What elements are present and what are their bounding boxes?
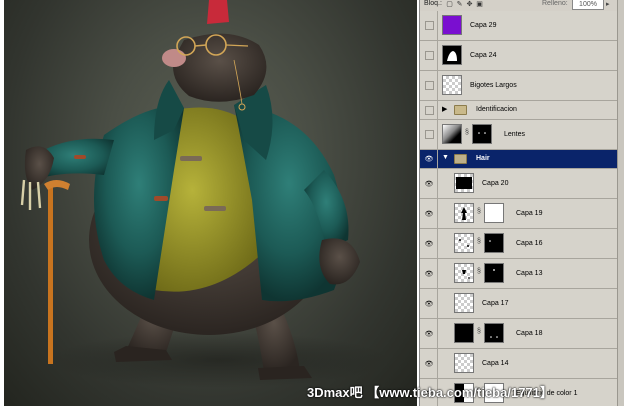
layer-row[interactable]: 👁 § Capa 18 — [420, 319, 618, 349]
visibility-toggle[interactable] — [421, 101, 438, 119]
layer-name: Capa 20 — [482, 180, 509, 187]
layer-name: Capa 13 — [516, 270, 543, 277]
collapse-triangle-icon[interactable]: ▼ — [442, 154, 449, 161]
layer-thumbnail — [454, 203, 474, 223]
layer-mask-thumbnail — [484, 203, 504, 223]
eye-icon[interactable]: 👁 — [421, 150, 438, 168]
layer-name: Capa 19 — [516, 210, 543, 217]
visibility-toggle[interactable] — [421, 71, 438, 100]
layer-row[interactable]: Bigotes Largos — [420, 71, 618, 101]
layer-thumbnail — [442, 124, 462, 144]
layer-name: Capa 24 — [470, 52, 497, 59]
lock-position-icon[interactable]: ✥ — [466, 1, 473, 8]
layer-name: Bigotes Largos — [470, 82, 517, 89]
canvas-viewport[interactable] — [4, 0, 417, 406]
layer-thumbnail — [454, 353, 474, 373]
layer-row[interactable]: 👁 § Capa 13 — [420, 259, 618, 289]
layer-name: Capa 17 — [482, 300, 509, 307]
layer-row[interactable]: Capa 24 — [420, 41, 618, 71]
lock-pixels-icon[interactable]: ✎ — [456, 1, 463, 8]
link-icon[interactable]: § — [477, 208, 481, 215]
layer-mask-thumbnail — [484, 323, 504, 343]
layer-thumbnail — [454, 233, 474, 253]
mole-character-artwork — [20, 0, 389, 388]
mole-head — [173, 33, 267, 102]
lock-all-icon[interactable]: ▣ — [476, 1, 483, 8]
eye-icon[interactable]: 👁 — [421, 169, 438, 198]
layer-name: Capa 29 — [470, 22, 497, 29]
eye-icon[interactable]: 👁 — [421, 349, 438, 378]
layer-thumbnail — [454, 323, 474, 343]
layer-row[interactable]: Capa 29 — [420, 11, 618, 41]
layer-group-row[interactable]: ▶ Identificacion — [420, 101, 618, 120]
lock-bar: Bloq.: ▢ ✎ ✥ ▣ Relleno: 100% ▸ — [420, 0, 618, 10]
layer-group-name: Identificacion — [476, 106, 517, 113]
folder-icon — [454, 154, 467, 164]
fill-input[interactable]: 100% — [572, 0, 604, 10]
layer-name: Lentes — [504, 131, 526, 138]
fill-label: Relleno: — [542, 0, 568, 7]
visibility-toggle[interactable] — [421, 41, 438, 70]
layer-row[interactable]: 👁 Capa 14 — [420, 349, 618, 379]
eye-icon[interactable]: 👁 — [421, 289, 438, 318]
link-icon[interactable]: § — [477, 238, 481, 245]
layer-group-name: Hair — [476, 155, 490, 162]
layer-thumbnail — [442, 75, 462, 95]
link-icon[interactable]: § — [477, 268, 481, 275]
fez-hat — [207, 0, 229, 24]
link-icon[interactable]: § — [465, 129, 469, 136]
layer-thumbnail — [442, 45, 462, 65]
layer-row[interactable]: 👁 Capa 17 — [420, 289, 618, 319]
layer-thumbnail — [454, 173, 474, 193]
layer-row[interactable]: 👁 § Capa 16 — [420, 229, 618, 259]
cane — [48, 186, 53, 364]
eye-icon[interactable]: 👁 — [421, 259, 438, 288]
layer-row[interactable]: § Lentes — [420, 120, 618, 150]
layer-mask-thumbnail — [472, 124, 492, 144]
layer-name: Capa 18 — [516, 330, 543, 337]
layer-thumbnail — [454, 293, 474, 313]
lock-transparency-icon[interactable]: ▢ — [446, 1, 453, 8]
screenshot-frame: Bloq.: ▢ ✎ ✥ ▣ Relleno: 100% ▸ Capa 29 C… — [0, 0, 628, 411]
link-icon[interactable]: § — [477, 328, 481, 335]
layer-mask-thumbnail — [484, 263, 504, 283]
watermark-text: 3Dmax吧 【www.tieba.com/tieba/1771】 — [307, 385, 553, 400]
layer-thumbnail — [442, 15, 462, 35]
panel-scrollbar[interactable] — [617, 0, 624, 406]
folder-icon — [454, 105, 467, 115]
fill-dropdown-icon[interactable]: ▸ — [606, 0, 610, 8]
layer-name: Capa 16 — [516, 240, 543, 247]
eye-icon[interactable]: 👁 — [421, 319, 438, 348]
layer-thumbnail — [454, 263, 474, 283]
layer-name: Capa 14 — [482, 360, 509, 367]
lock-label: Bloq.: — [424, 0, 442, 7]
expand-triangle-icon[interactable]: ▶ — [442, 105, 447, 113]
layer-row[interactable]: 👁 § Capa 19 — [420, 199, 618, 229]
layer-mask-thumbnail — [484, 233, 504, 253]
eye-icon[interactable]: 👁 — [421, 199, 438, 228]
visibility-toggle[interactable] — [421, 11, 438, 40]
layers-panel: Bloq.: ▢ ✎ ✥ ▣ Relleno: 100% ▸ Capa 29 C… — [419, 0, 618, 406]
eye-icon[interactable]: 👁 — [421, 229, 438, 258]
visibility-toggle[interactable] — [421, 120, 438, 149]
layer-group-row-selected[interactable]: 👁 ▼ Hair — [420, 150, 618, 169]
layer-row[interactable]: 👁 Capa 20 — [420, 169, 618, 199]
